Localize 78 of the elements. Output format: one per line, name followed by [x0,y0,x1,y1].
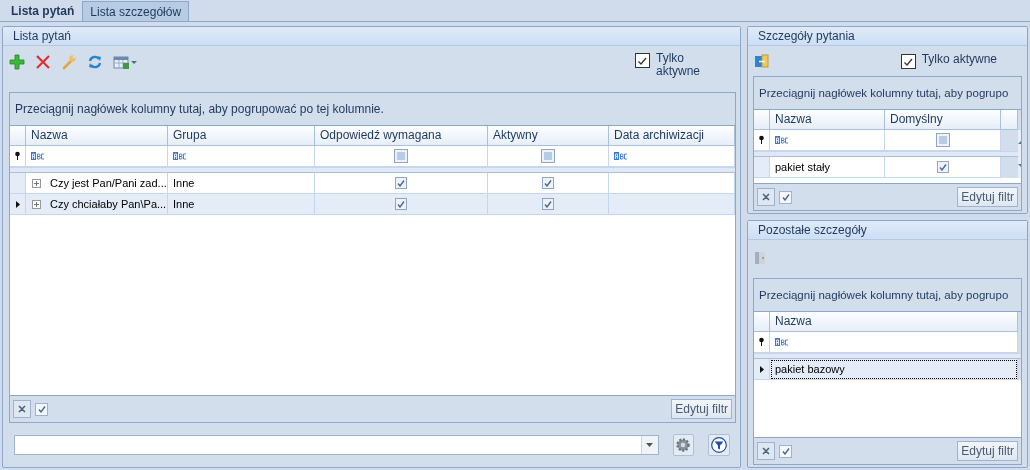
filter-checkbox[interactable] [35,402,48,416]
check-icon [37,405,46,413]
refresh-icon [87,54,103,70]
filter-cell[interactable] [770,130,885,151]
checkbox-label: Tylko aktywne [921,53,997,66]
text-filter-icon [775,135,788,145]
expand-icon [32,199,41,209]
pin-icon [14,151,21,161]
clear-filter-button[interactable] [757,188,775,206]
clear-filter-icon [762,447,770,455]
tab[interactable]: Lista szczegółów [82,1,190,21]
delete-icon [35,54,51,70]
column-header[interactable]: Aktywny [488,126,609,146]
filter-cell[interactable] [770,332,1018,353]
edit-filter-button[interactable]: Edytuj filtr [957,441,1018,461]
filter-button[interactable] [708,434,730,456]
filter-cell[interactable] [488,146,609,167]
clear-filter-icon [762,193,770,201]
check-icon [781,447,790,455]
table-cell: Inne [173,198,195,210]
edit-filter-button[interactable]: Edytuj filtr [671,399,732,419]
table-cell: pakiet stały [775,161,831,173]
expand-icon [32,178,41,188]
panel-title: Pozostałe szczegóły [748,221,1027,240]
settings-button[interactable] [672,434,695,456]
column-header[interactable]: Data archiwizacji [609,126,735,146]
check-icon [781,193,790,201]
clear-filter-button[interactable] [13,400,31,418]
panel-title: Szczegóły pytania [748,27,1027,46]
column-header[interactable]: Domyślny [885,110,1001,130]
filter-icon [711,437,728,453]
header-corner [754,312,770,332]
clear-filter-button[interactable] [757,442,775,460]
panel-title: Lista pytań [3,27,740,46]
filter-checkbox[interactable] [779,444,792,458]
check-icon [637,55,648,66]
checkbox[interactable] [635,53,650,68]
column-header[interactable]: Odpowiedź wymagana [315,126,488,146]
clear-filter-icon [18,405,26,413]
header-corner [10,126,26,146]
link-icon [754,53,769,69]
gear-icon [675,437,692,453]
dropdown-icon [646,443,654,447]
pin-icon [758,337,765,347]
checkbox-label: Tylko aktywne [656,52,702,78]
table-cell: Czy chciałaby Pan\Pa... [50,198,167,210]
checkbox[interactable] [900,54,916,69]
edit-filter-button[interactable]: Edytuj filtr [957,187,1018,207]
text-filter-icon [614,151,627,161]
text-filter-icon [775,337,788,347]
table-cell: Inne [173,177,195,189]
check-icon [902,56,914,67]
column-header[interactable]: Nazwa [26,126,168,146]
header-corner [754,110,770,130]
table-cell: Czy jest Pan/Pani zad... [50,177,167,189]
row-indicator[interactable] [754,359,770,380]
add-icon [9,54,25,70]
row-pointer-icon [759,365,764,373]
wrench-icon [61,54,77,70]
table-cell: pakiet bazowy [775,363,845,375]
column-header[interactable]: Nazwa [770,110,885,130]
filter-checkbox[interactable] [779,190,792,204]
text-filter-icon [173,151,186,161]
row-pointer-icon [15,200,20,208]
filter-combo[interactable] [14,435,659,455]
door-icon [754,250,766,266]
row-indicator[interactable] [10,194,26,215]
export-grid-icon [113,54,137,70]
filter-cell[interactable] [609,146,735,167]
filter-cell[interactable] [885,130,1001,151]
header-corner [1001,110,1018,130]
pin-icon [758,135,765,145]
column-header[interactable]: Grupa [168,126,315,146]
filter-cell[interactable] [168,146,315,167]
filter-cell[interactable] [315,146,488,167]
text-filter-icon [31,151,44,161]
filter-cell[interactable] [26,146,168,167]
column-header[interactable]: Nazwa [770,312,1018,332]
